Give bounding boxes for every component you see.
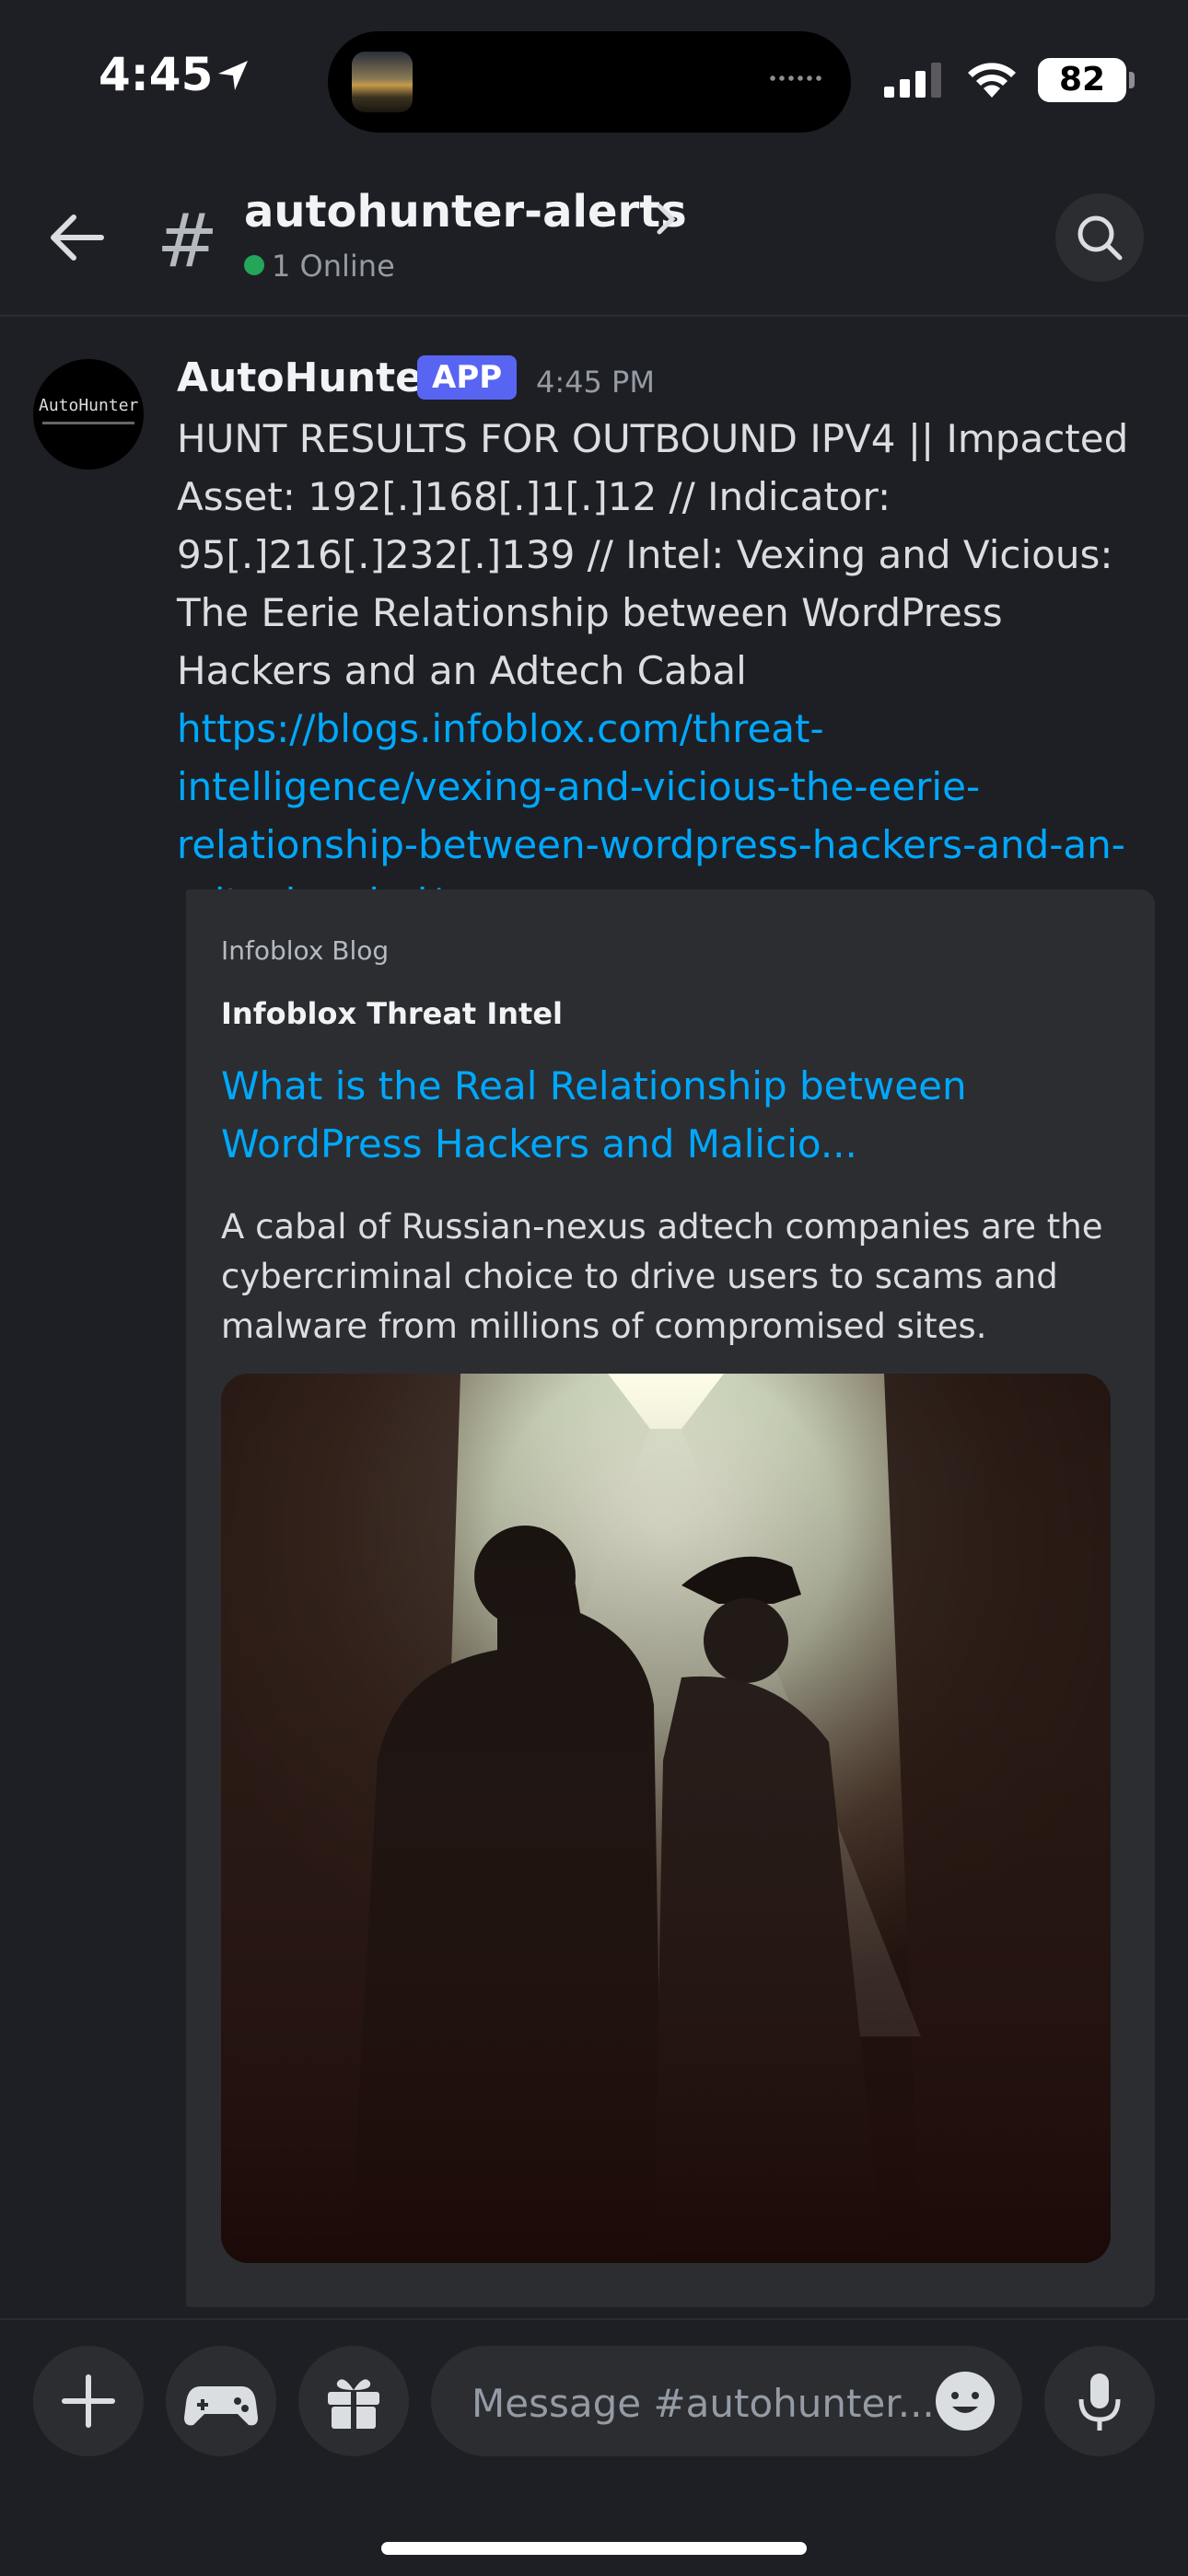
battery-tip xyxy=(1129,72,1135,88)
microphone-icon xyxy=(1078,2373,1121,2431)
hash-icon: # xyxy=(157,198,219,284)
voice-message-button[interactable] xyxy=(1044,2346,1155,2456)
cellular-signal-icon xyxy=(884,63,941,98)
chevron-right-icon[interactable] xyxy=(656,203,678,236)
online-dot-icon xyxy=(244,255,264,275)
battery-indicator: 82 xyxy=(1038,58,1126,102)
avatar-logo-text: AutoHunter xyxy=(39,396,139,415)
back-arrow-icon[interactable] xyxy=(48,214,105,261)
embed-image[interactable] xyxy=(221,1374,1111,2263)
embed-provider: Infoblox Blog xyxy=(221,935,390,966)
online-status: 1 Online xyxy=(244,249,395,284)
wifi-icon xyxy=(968,63,1016,98)
add-attachment-button[interactable] xyxy=(33,2346,144,2456)
search-icon xyxy=(1077,215,1123,261)
channel-header: # autohunter-alerts 1 Online xyxy=(0,157,1188,317)
message-body: HUNT RESULTS FOR OUTBOUND IPV4 || Impact… xyxy=(177,410,1162,932)
embed-accent-bar xyxy=(177,889,186,2307)
avatar[interactable]: AutoHunter xyxy=(33,359,144,470)
link-embed: Infoblox Blog Infoblox Threat Intel What… xyxy=(177,889,1155,2307)
dynamic-island[interactable] xyxy=(328,31,851,133)
plus-icon xyxy=(62,2374,115,2428)
message-input-placeholder: Message #autohunter... xyxy=(472,2381,935,2426)
audio-activity-icon xyxy=(768,75,823,81)
avatar-logo-subline xyxy=(42,422,134,424)
noir-illustration xyxy=(221,1374,1111,2263)
embed-title[interactable]: What is the Real Relationship between Wo… xyxy=(221,1057,1105,1173)
gift-button[interactable] xyxy=(298,2346,409,2456)
embed-description: A cabal of Russian-nexus adtech companie… xyxy=(221,1207,1103,1346)
search-button[interactable] xyxy=(1055,193,1144,282)
emoji-icon[interactable] xyxy=(934,2370,996,2432)
embed-author: Infoblox Threat Intel xyxy=(221,996,564,1031)
channel-name[interactable]: autohunter-alerts xyxy=(244,186,687,238)
home-indicator xyxy=(381,2542,807,2555)
activities-button[interactable] xyxy=(166,2346,276,2456)
gamepad-icon xyxy=(184,2386,258,2426)
message-text: HUNT RESULTS FOR OUTBOUND IPV4 || Impact… xyxy=(177,416,1129,693)
location-arrow-icon xyxy=(218,61,248,90)
message-composer: Message #autohunter... xyxy=(0,2318,1188,2576)
message-author[interactable]: AutoHunter xyxy=(177,354,443,401)
gift-icon xyxy=(328,2379,379,2431)
status-time: 4:45 xyxy=(99,48,214,101)
message-timestamp: 4:45 PM xyxy=(536,365,655,400)
online-count: 1 Online xyxy=(272,249,395,284)
status-bar: 4:45 82 xyxy=(0,0,1188,157)
message-input[interactable]: Message #autohunter... xyxy=(431,2346,1022,2456)
now-playing-artwork xyxy=(352,52,413,112)
app-badge: APP xyxy=(417,355,518,400)
